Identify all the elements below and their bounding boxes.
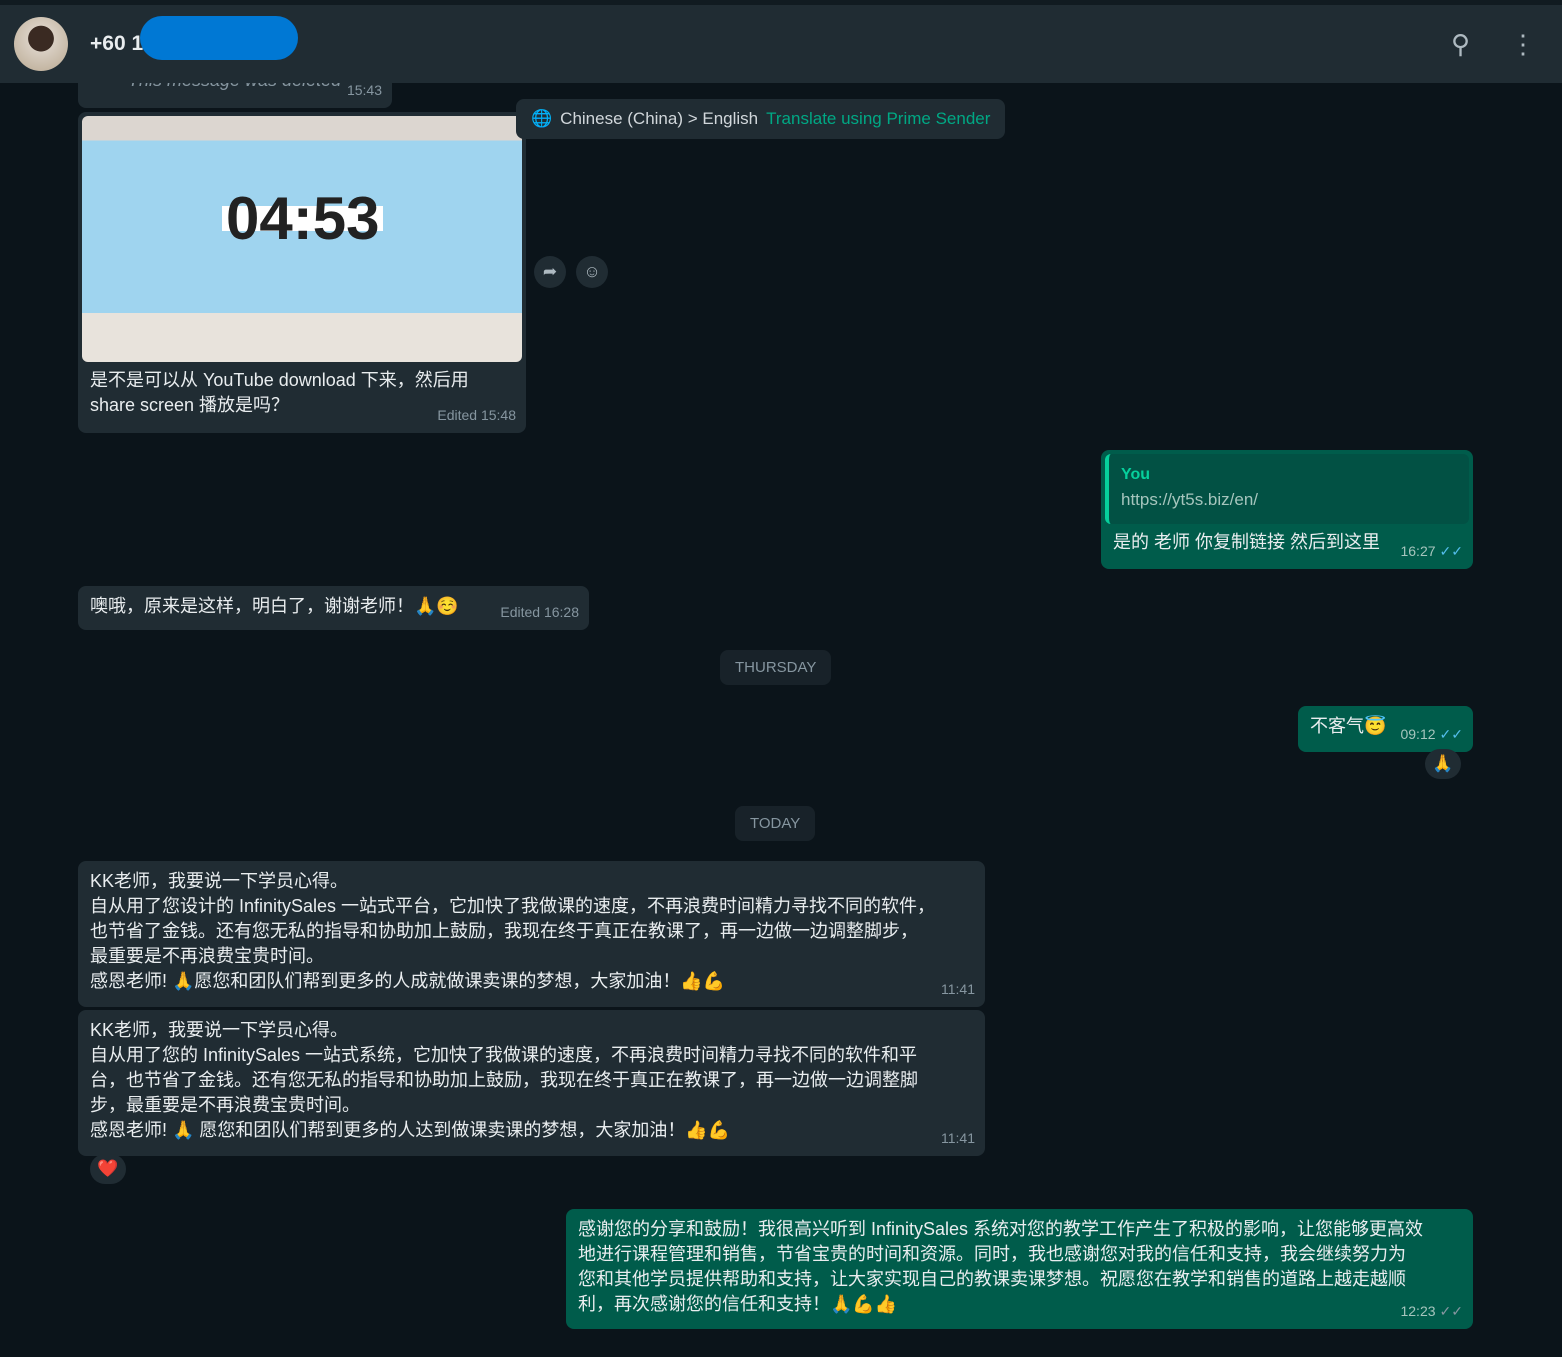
message-line: 也节省了金钱。还有您无私的指导和协助加上鼓励，我现在终于真正在教课了，再一边做一… xyxy=(90,921,918,941)
double-check-icon: ✓✓ xyxy=(1439,1303,1463,1319)
message-line: 步，最重要是不再浪费宝贵时间。 xyxy=(90,1095,360,1115)
translate-link[interactable]: Translate using Prime Sender xyxy=(766,109,990,129)
message-time: 16:27 xyxy=(1400,543,1436,559)
forward-icon[interactable]: ➦ xyxy=(534,256,566,288)
reaction-badge[interactable]: 🙏 xyxy=(1425,749,1461,779)
message-line: 感谢您的分享和鼓励！我很高兴听到 InfinitySales 系统对您的教学工作… xyxy=(578,1219,1424,1239)
image-message: 04:53 是不是可以从 YouTube download 下来，然后用 sha… xyxy=(78,112,526,433)
quoted-message[interactable]: You https://yt5s.biz/en/ xyxy=(1105,454,1469,524)
reply-message: You https://yt5s.biz/en/ 是的 老师 你复制链接 然后到… xyxy=(1101,450,1473,569)
date-divider: THURSDAY xyxy=(720,650,832,685)
translate-lang: Chinese (China) > English xyxy=(560,109,759,128)
message-line: 您和其他学员提供帮助和支持，让大家实现自己的教课卖课梦想。祝愿您在教学和销售的道… xyxy=(578,1269,1406,1289)
message-line: KK老师，我要说一下学员心得。 xyxy=(90,871,349,891)
contact-name[interactable]: +60 1 xyxy=(90,16,298,60)
message-time: 11:41 xyxy=(941,1130,975,1146)
message-line: 感恩老师! 🙏愿您和团队们帮到更多的人成就做课卖课的梦想，大家加油！👍💪 xyxy=(90,971,726,991)
double-check-icon: ✓✓ xyxy=(1439,543,1463,559)
message-time: Edited 15:48 xyxy=(437,407,516,423)
incoming-message: KK老师，我要说一下学员心得。 自从用了您的 InfinitySales 一站式… xyxy=(78,1010,985,1156)
outgoing-message: 感谢您的分享和鼓励！我很高兴听到 InfinitySales 系统对您的教学工作… xyxy=(566,1209,1473,1329)
message-line: KK老师，我要说一下学员心得。 xyxy=(90,1020,349,1040)
translate-icon: 🌐 xyxy=(531,109,553,128)
search-icon[interactable]: ⚲ xyxy=(1451,29,1470,60)
incoming-message: KK老师，我要说一下学员心得。 自从用了您设计的 InfinitySales 一… xyxy=(78,861,985,1007)
menu-icon[interactable]: ⋮ xyxy=(1510,29,1536,60)
quote-author: You xyxy=(1121,466,1151,483)
message-time: 11:41 xyxy=(941,981,975,997)
message-line: 台，也节省了金钱。还有您无私的指导和协助加上鼓励，我现在终于真正在教课了，再一边… xyxy=(90,1070,918,1090)
message-text: 不客气😇 xyxy=(1310,716,1387,736)
message-line: 感恩老师! 🙏 愿您和团队们帮到更多的人达到做课卖课的梦想，大家加油！👍💪 xyxy=(90,1120,731,1140)
message-time: Edited 16:28 xyxy=(500,604,579,620)
outgoing-message: 不客气😇 09:12 ✓✓ xyxy=(1298,706,1473,752)
emoji-react-icon[interactable]: ☺ xyxy=(576,256,608,288)
contact-number: +60 1 xyxy=(90,32,144,55)
redaction-mark xyxy=(140,16,298,60)
image-thumbnail[interactable]: 04:53 xyxy=(82,116,522,362)
message-line: 自从用了您的 InfinitySales 一站式系统，它加快了我做课的速度，不再… xyxy=(90,1045,918,1065)
thumbnail-timer: 04:53 xyxy=(222,189,384,249)
message-line: 最重要是不再浪费宝贵时间。 xyxy=(90,946,324,966)
message-line: 地进行课程管理和销售，节省宝贵的时间和资源。同时，我也感谢您对我的信任和支持，我… xyxy=(578,1244,1406,1264)
quote-text: https://yt5s.biz/en/ xyxy=(1121,490,1259,509)
message-time: 09:12 xyxy=(1400,726,1436,742)
incoming-message: 噢哦，原来是这样，明白了，谢谢老师！🙏☺️ Edited 16:28 xyxy=(78,586,589,630)
double-check-icon: ✓✓ xyxy=(1439,726,1463,742)
message-line: 利，再次感谢您的信任和支持！🙏💪👍 xyxy=(578,1294,898,1314)
chat-header: +60 1 ⚲ ⋮ xyxy=(0,5,1562,83)
contact-avatar[interactable] xyxy=(14,17,68,71)
message-line: 自从用了您设计的 InfinitySales 一站式平台，它加快了我做课的速度，… xyxy=(90,896,936,916)
message-text: 噢哦，原来是这样，明白了，谢谢老师！🙏☺️ xyxy=(90,596,459,616)
translate-bar: 🌐 Chinese (China) > English Translate us… xyxy=(516,99,1006,139)
date-divider: TODAY xyxy=(735,806,816,841)
reaction-badge[interactable]: ❤️ xyxy=(90,1154,126,1184)
message-time: 12:23 xyxy=(1400,1303,1436,1319)
